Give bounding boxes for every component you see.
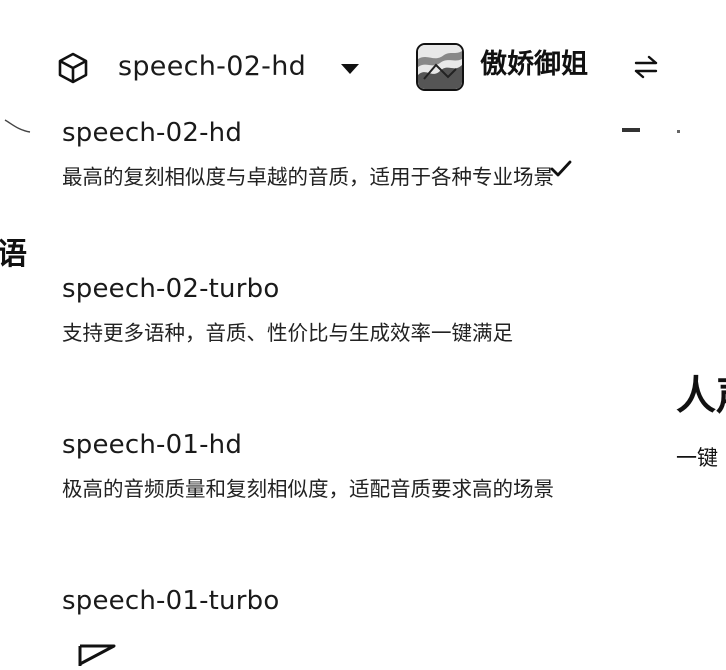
voice-avatar[interactable] [416, 43, 464, 91]
model-option-description: 极高的音频质量和复刻相似度，适配音质要求高的场景 [62, 477, 554, 501]
model-option-speech-02-hd[interactable]: speech-02-hd 最高的复刻相似度与卓越的音质，适用于各种专业场景 [62, 116, 592, 193]
decorative-dot [677, 130, 680, 133]
model-option-speech-02-turbo[interactable]: speech-02-turbo 支持更多语种，音质、性价比与生成效率一键满足 [62, 272, 592, 349]
toolbar: speech-02-hd 傲娇御姐 [0, 0, 726, 112]
background-heading-fragment: 人声 [676, 373, 726, 419]
background-subtitle-fragment: 一键 [676, 446, 718, 470]
model-option-name: speech-01-turbo [62, 586, 280, 616]
background-lang-fragment: 语 [0, 237, 27, 272]
model-option-name: speech-01-hd [62, 430, 243, 460]
model-option-name: speech-02-turbo [62, 274, 280, 304]
cube-icon [56, 51, 90, 85]
decorative-stroke [4, 118, 32, 134]
swap-arrows-icon[interactable] [632, 54, 660, 80]
decorative-dash [622, 128, 640, 132]
model-option-description: 支持更多语种，音质、性价比与生成效率一键满足 [62, 321, 513, 345]
check-icon [550, 160, 572, 178]
voice-name[interactable]: 傲娇御姐 [480, 47, 588, 83]
model-option-name: speech-02-hd [62, 118, 243, 148]
model-option-description: 最高的复刻相似度与卓越的音质，适用于各种专业场景 [62, 165, 554, 189]
model-option-speech-01-hd[interactable]: speech-01-hd 极高的音频质量和复刻相似度，适配音质要求高的场景 [62, 428, 592, 505]
model-option-speech-01-turbo[interactable]: speech-01-turbo [62, 584, 592, 618]
model-select-label[interactable]: speech-02-hd [118, 49, 306, 85]
flag-icon [78, 644, 116, 666]
caret-down-icon[interactable] [339, 61, 361, 75]
